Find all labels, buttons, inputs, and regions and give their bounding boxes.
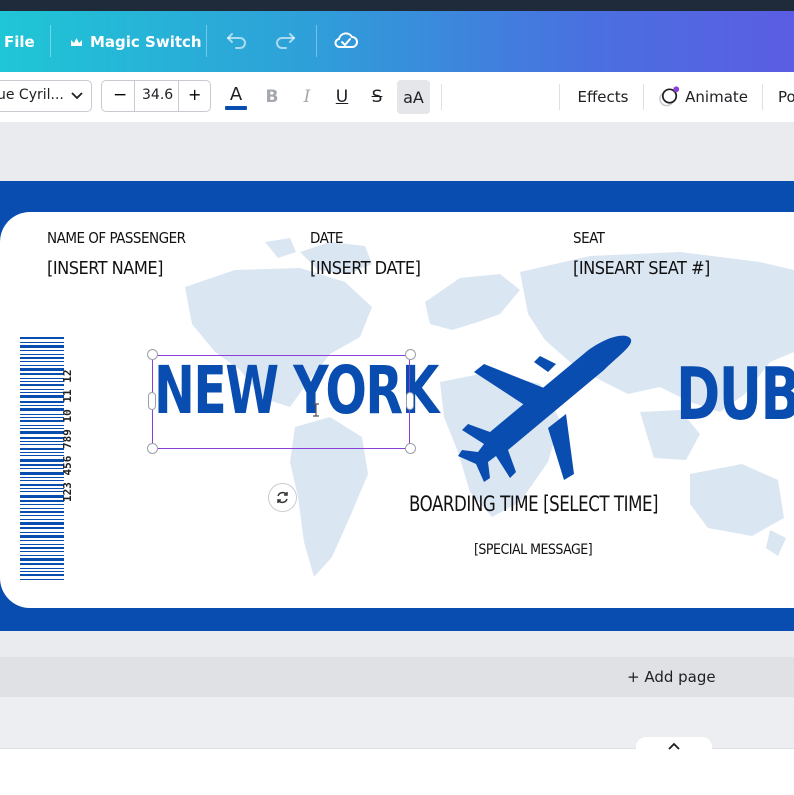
- stepper-divider: [134, 81, 135, 111]
- window-strip: [0, 0, 794, 11]
- top-separator: [50, 25, 51, 57]
- resize-handle-bottom-left[interactable]: [147, 443, 158, 454]
- increase-size-button[interactable]: +: [188, 85, 201, 104]
- resize-handle-bottom-right[interactable]: [405, 443, 416, 454]
- text-color-glyph: A: [229, 84, 243, 105]
- special-message[interactable]: [SPECIAL MESSAGE]: [474, 542, 593, 558]
- animate-icon: [659, 86, 680, 107]
- resize-handle-left[interactable]: [148, 392, 156, 410]
- magic-switch-label: Magic Switch: [90, 33, 202, 51]
- destination-city[interactable]: DUBA: [676, 352, 794, 436]
- top-bar: File Magic Switch: [0, 0, 794, 72]
- magic-switch-button[interactable]: Magic Switch: [70, 33, 202, 51]
- resize-handle-top-left[interactable]: [147, 349, 158, 360]
- decrease-size-button[interactable]: −: [113, 85, 127, 105]
- font-selector[interactable]: ue Cyril...: [0, 80, 92, 112]
- toolbar-separator: [643, 84, 644, 110]
- resize-handle-right[interactable]: [406, 392, 414, 410]
- text-cursor-icon: [313, 403, 319, 417]
- top-separator: [316, 25, 317, 57]
- text-color-swatch: [225, 106, 247, 110]
- text-toolbar: ue Cyril... − 34.6 + A B I U S aA Effect…: [0, 72, 794, 178]
- italic-button[interactable]: I: [297, 72, 317, 122]
- seat-label: SEAT: [573, 229, 605, 247]
- bold-button[interactable]: B: [262, 72, 282, 122]
- barcode-number: 123 456 789 10 11 12: [61, 369, 74, 502]
- chevron-up-icon: [668, 742, 680, 750]
- barcode: [20, 337, 64, 580]
- effects-button[interactable]: Effects: [577, 72, 629, 122]
- position-button[interactable]: Po: [778, 72, 794, 122]
- selection-box[interactable]: [152, 355, 410, 449]
- date-value[interactable]: [INSERT DATE]: [310, 258, 421, 279]
- underline-button[interactable]: U: [332, 72, 352, 122]
- crown-icon: [71, 37, 82, 46]
- animate-button[interactable]: Animate: [658, 72, 748, 122]
- strikethrough-button[interactable]: S: [367, 72, 387, 122]
- toolbar-separator: [559, 84, 560, 110]
- chevron-down-icon: [71, 92, 83, 100]
- letter-case-button[interactable]: aA: [397, 80, 430, 114]
- passenger-value[interactable]: [INSERT NAME]: [47, 258, 163, 279]
- rotate-icon: [277, 491, 288, 504]
- date-label: DATE: [310, 229, 343, 247]
- cloud-sync-icon[interactable]: [333, 30, 359, 50]
- boarding-time[interactable]: BOARDING TIME [SELECT TIME]: [409, 492, 659, 516]
- font-name: ue Cyril...: [0, 87, 64, 103]
- seat-value[interactable]: [INSEART SEAT #]: [573, 258, 710, 279]
- top-separator: [206, 25, 207, 57]
- animate-label: Animate: [685, 88, 748, 106]
- redo-icon[interactable]: [274, 31, 296, 49]
- rotate-handle[interactable]: [268, 483, 297, 512]
- resize-handle-top-right[interactable]: [405, 349, 416, 360]
- undo-icon[interactable]: [226, 31, 248, 49]
- toolbar-separator: [441, 84, 442, 110]
- footer-bar: [0, 748, 794, 795]
- expand-pages-button[interactable]: [636, 737, 712, 755]
- stepper-divider: [178, 81, 179, 111]
- file-menu-button[interactable]: File: [4, 33, 35, 51]
- add-page-button[interactable]: + Add page: [627, 668, 716, 686]
- font-size-stepper[interactable]: − 34.6 +: [101, 80, 211, 112]
- toolbar-separator: [762, 84, 763, 110]
- font-size-value[interactable]: 34.6: [142, 87, 173, 103]
- airplane-icon: [458, 335, 632, 482]
- text-color-button[interactable]: A: [224, 72, 248, 122]
- passenger-label: NAME OF PASSENGER: [47, 229, 186, 247]
